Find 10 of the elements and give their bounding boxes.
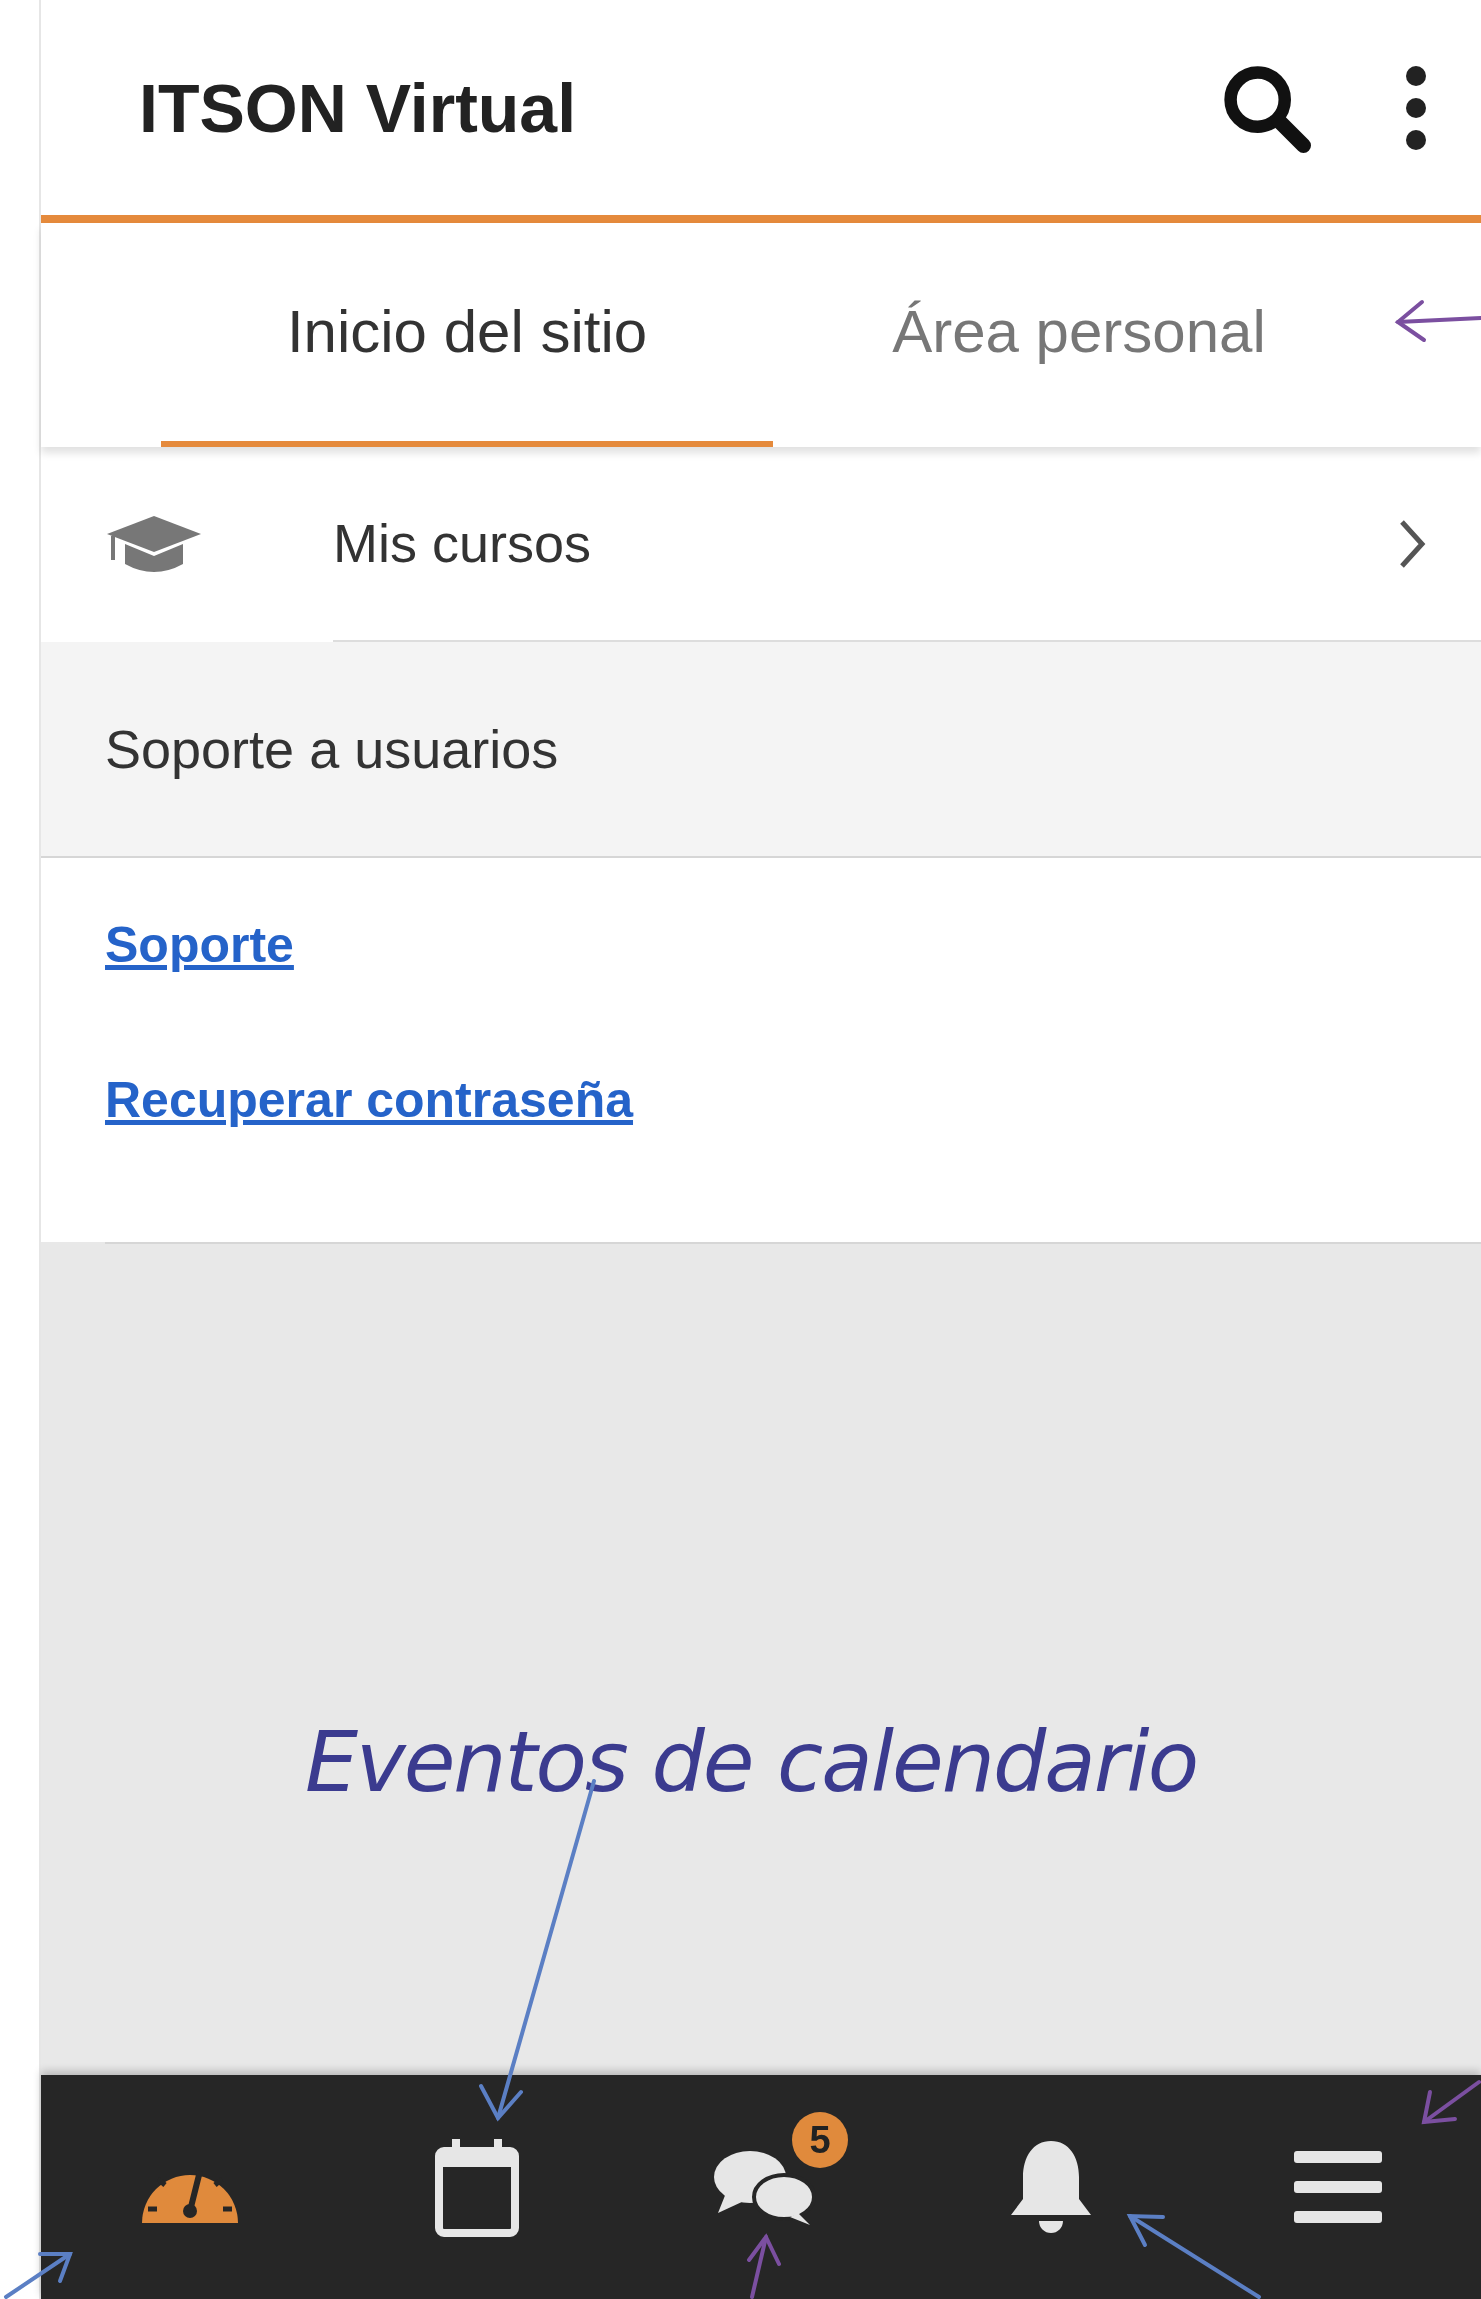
app-title: ITSON Virtual: [139, 68, 577, 148]
link[interactable]: Recuperar contraseña: [105, 1063, 633, 1138]
annotation-label: Eventos de calendario: [304, 1712, 1198, 1813]
link[interactable]: Soporte: [105, 908, 294, 983]
messages-button[interactable]: 5: [620, 2112, 908, 2262]
menu-row[interactable]: Mis cursos: [41, 447, 1481, 642]
menu-label: Mis cursos: [333, 512, 592, 575]
count-badge: 5: [792, 2112, 848, 2168]
section-title: Soporte a usuarios: [105, 717, 559, 781]
tab[interactable]: Área personal: [773, 223, 1385, 447]
